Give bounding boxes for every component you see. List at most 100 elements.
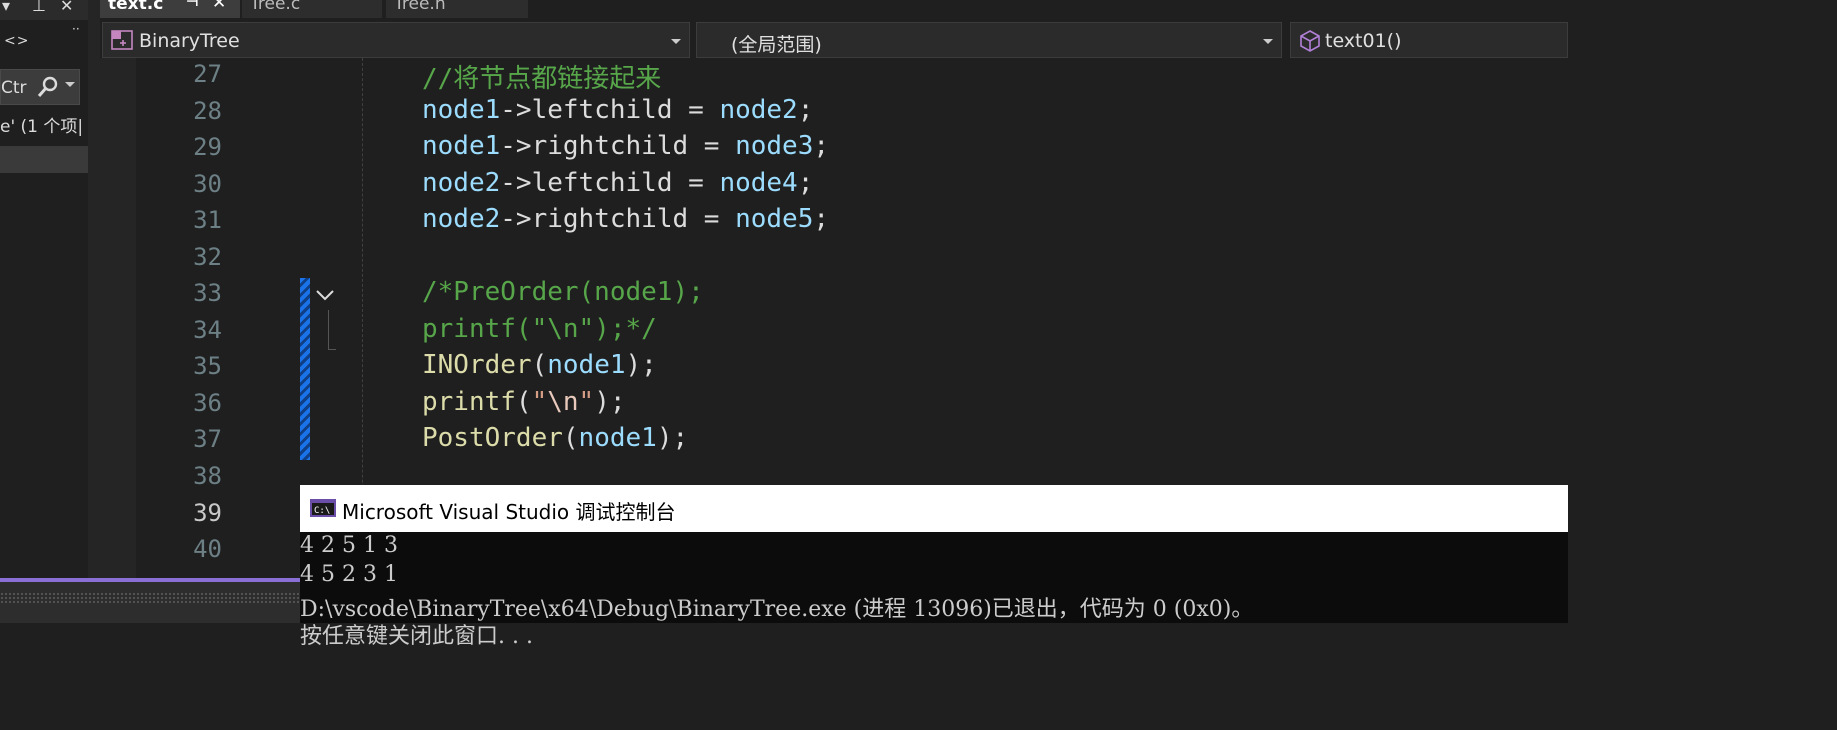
panel-header: ▾ ⊥ ✕ (0, 0, 88, 20)
punctuation: ); (625, 350, 657, 380)
code-line-31: node2->rightchild = node5; (422, 204, 829, 234)
close-tab-icon[interactable]: ✕ (212, 0, 226, 13)
member-access: ->rightchild = (500, 131, 736, 161)
code-line-37: PostOrder(node1); (422, 423, 688, 453)
function-name: PostOrder (422, 423, 563, 453)
escape-sequence: \n (547, 387, 579, 417)
console-output-line: 4 5 2 3 1 (300, 562, 398, 587)
selected-tree-item[interactable] (0, 146, 88, 173)
tab-tree-c[interactable]: Tree.c (242, 0, 382, 18)
line-number: 27 (193, 60, 222, 88)
member-dropdown[interactable]: text01() (1290, 22, 1568, 58)
line-number: 38 (193, 462, 222, 490)
identifier: node2 (422, 204, 501, 234)
line-number: 31 (193, 206, 222, 234)
punctuation: ); (594, 387, 626, 417)
console-title-bar[interactable]: C:\ Microsoft Visual Studio 调试控制台 (300, 485, 1568, 532)
panel-grip[interactable] (0, 592, 300, 604)
identifier: node2 (422, 168, 501, 198)
punctuation: ; (813, 131, 830, 161)
code-line-34: printf("\n");*/ (422, 314, 657, 344)
code-line-33: /*PreOrder(node1); (422, 277, 704, 307)
project-dropdown[interactable]: BinaryTree (102, 22, 690, 58)
tab-label: text.c (108, 0, 164, 14)
outline-line (328, 310, 329, 350)
line-number: 28 (193, 97, 222, 125)
panel-splitter[interactable] (88, 0, 100, 623)
outline-end (328, 349, 336, 350)
member-name: text01() (1325, 30, 1402, 52)
code-line-36: printf("\n"); (422, 387, 626, 417)
function-name: printf (422, 387, 516, 417)
punctuation: ( (562, 423, 579, 453)
identifier: node3 (735, 131, 814, 161)
project-name: BinaryTree (139, 30, 240, 52)
line-number: 37 (193, 425, 222, 453)
scope-dropdown[interactable]: (全局范围) (696, 22, 1282, 58)
console-app-icon: C:\ (310, 499, 336, 521)
svg-text:C:\: C:\ (314, 506, 330, 516)
punctuation: ; (813, 204, 830, 234)
line-number: 36 (193, 389, 222, 417)
punctuation: ( (531, 350, 548, 380)
string-quote: " (578, 387, 595, 417)
search-input[interactable]: Ctr (0, 69, 80, 105)
line-number: 34 (193, 316, 222, 344)
tab-text-c[interactable]: text.c ⊣ ✕ (100, 0, 240, 18)
navigation-bar: BinaryTree (全局范围) text01() (100, 22, 1568, 58)
tab-tree-h[interactable]: Tree.h (386, 0, 528, 18)
debug-console-window[interactable]: C:\ Microsoft Visual Studio 调试控制台 4 2 5 … (300, 485, 1568, 649)
code-line-29: node1->rightchild = node3; (422, 131, 829, 161)
tab-label: Tree.h (394, 0, 446, 14)
project-icon (111, 30, 133, 54)
punctuation: ; (797, 95, 814, 125)
current-line-number: 39 (193, 499, 222, 527)
pin-tab-icon[interactable]: ⊣ (186, 0, 199, 10)
indicator-margin[interactable] (100, 58, 136, 578)
code-view-icon[interactable]: <> (4, 33, 29, 49)
punctuation: ); (656, 423, 689, 453)
code-line-35: INOrder(node1); (422, 350, 657, 380)
search-text: Ctr (1, 78, 27, 98)
identifier: node2 (719, 95, 798, 125)
status-accent-bar (0, 578, 300, 582)
method-cube-icon (1299, 30, 1321, 56)
code-line-27: //将节点都链接起来 (422, 64, 662, 94)
console-output-line: 按任意键关闭此窗口. . . (300, 624, 533, 649)
code-line-28: node1->leftchild = node2; (422, 95, 813, 125)
identifier: node1 (578, 423, 657, 453)
tab-label: Tree.c (250, 0, 301, 14)
identifier: node1 (547, 350, 626, 380)
overflow-icon[interactable]: ·· (72, 22, 80, 36)
console-title: Microsoft Visual Studio 调试控制台 (342, 500, 676, 524)
identifier: node4 (719, 168, 798, 198)
member-access: ->leftchild = (500, 95, 720, 125)
solution-explorer-panel: ▾ ⊥ ✕ <> ·· Ctr e' (1 个项| (0, 0, 100, 623)
change-tracking-marker (300, 278, 310, 460)
line-number: 29 (193, 133, 222, 161)
search-icon[interactable] (37, 76, 59, 102)
scope-name: (全局范围) (731, 34, 822, 56)
identifier: node5 (735, 204, 814, 234)
search-options-chevron-icon[interactable] (65, 82, 75, 87)
pin-icon[interactable]: ⊥ (32, 0, 46, 15)
function-name: INOrder (422, 350, 532, 380)
console-output-line: 4 2 5 1 3 (300, 533, 398, 558)
chevron-down-icon (1263, 39, 1273, 44)
identifier: node1 (422, 95, 501, 125)
close-icon[interactable]: ✕ (60, 0, 73, 15)
search-result-item[interactable]: e' (1 个项| (0, 112, 88, 137)
punctuation: ; (797, 168, 814, 198)
punctuation: ( (515, 387, 532, 417)
line-number: 32 (193, 243, 222, 271)
collapse-chevron-icon[interactable] (314, 286, 336, 308)
chevron-down-icon (671, 39, 681, 44)
line-number: 30 (193, 170, 222, 198)
line-number: 35 (193, 352, 222, 380)
panel-menu-chevron-icon[interactable]: ▾ (2, 0, 10, 15)
line-number: 33 (193, 279, 222, 307)
code-line-30: node2->leftchild = node4; (422, 168, 813, 198)
member-access: ->rightchild = (500, 204, 736, 234)
string-quote: " (531, 387, 548, 417)
member-access: ->leftchild = (500, 168, 720, 198)
